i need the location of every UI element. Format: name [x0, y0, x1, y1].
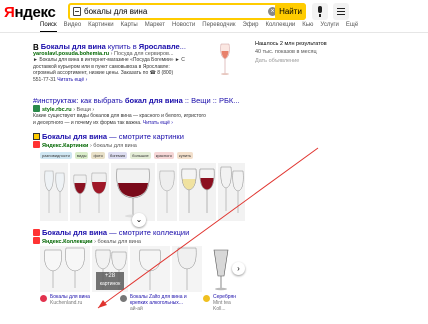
annotation-arrow: [97, 147, 319, 309]
